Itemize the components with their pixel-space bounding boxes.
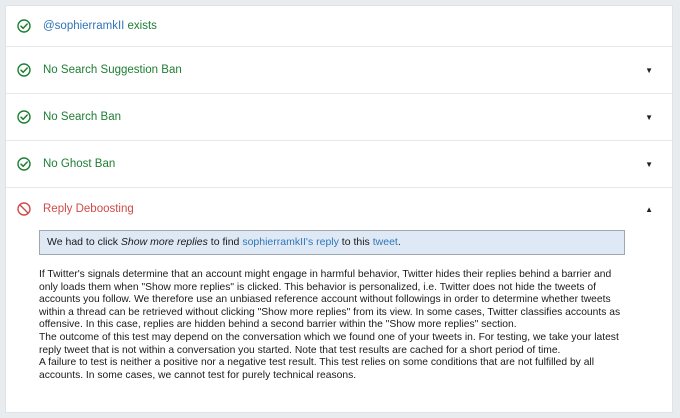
notice-middle: to find — [207, 236, 243, 248]
profile-handle-link[interactable]: @sophierramkII — [43, 20, 124, 32]
chevron-up-icon[interactable]: ▲ — [645, 205, 653, 214]
check-title-reply-deboosting: Reply Deboosting — [43, 203, 134, 215]
reply-link[interactable]: sophierramkII's reply — [242, 236, 339, 248]
check-title-exists: @sophierramkII exists — [43, 19, 157, 33]
exists-text: exists — [124, 20, 157, 32]
notice-prefix: We had to click — [47, 236, 121, 248]
reply-deboosting-description: If Twitter's signals determine that an a… — [39, 269, 629, 382]
tweet-link[interactable]: tweet — [373, 236, 398, 248]
description-paragraph: The outcome of this test may depend on t… — [39, 331, 619, 356]
check-circle-icon — [17, 63, 31, 77]
notice-between: to this — [338, 236, 373, 248]
description-paragraph: If Twitter's signals determine that an a… — [39, 269, 621, 331]
check-row-search-suggestion-ban[interactable]: No Search Suggestion Ban ▼ — [6, 47, 672, 94]
chevron-down-icon[interactable]: ▼ — [645, 66, 653, 75]
check-circle-icon — [17, 19, 31, 33]
reply-found-notice: We had to click Show more replies to fin… — [39, 230, 625, 255]
check-row-exists: @sophierramkII exists — [6, 6, 672, 47]
chevron-down-icon[interactable]: ▼ — [645, 113, 653, 122]
chevron-down-icon[interactable]: ▼ — [645, 160, 653, 169]
check-circle-icon — [17, 157, 31, 171]
description-paragraph: A failure to test is neither a positive … — [39, 357, 594, 381]
check-row-reply-deboosting[interactable]: Reply Deboosting ▲ — [6, 188, 672, 230]
check-row-search-ban[interactable]: No Search Ban ▼ — [6, 94, 672, 141]
notice-emphasis: Show more replies — [120, 236, 208, 248]
check-row-ghost-ban[interactable]: No Ghost Ban ▼ — [6, 141, 672, 188]
check-circle-icon — [17, 110, 31, 124]
notice-end: . — [397, 236, 401, 248]
check-title-ghost-ban: No Ghost Ban — [43, 158, 116, 170]
ban-circle-icon — [17, 202, 31, 216]
check-title-search-ban: No Search Ban — [43, 111, 121, 123]
check-title-search-suggestion-ban: No Search Suggestion Ban — [43, 64, 182, 76]
